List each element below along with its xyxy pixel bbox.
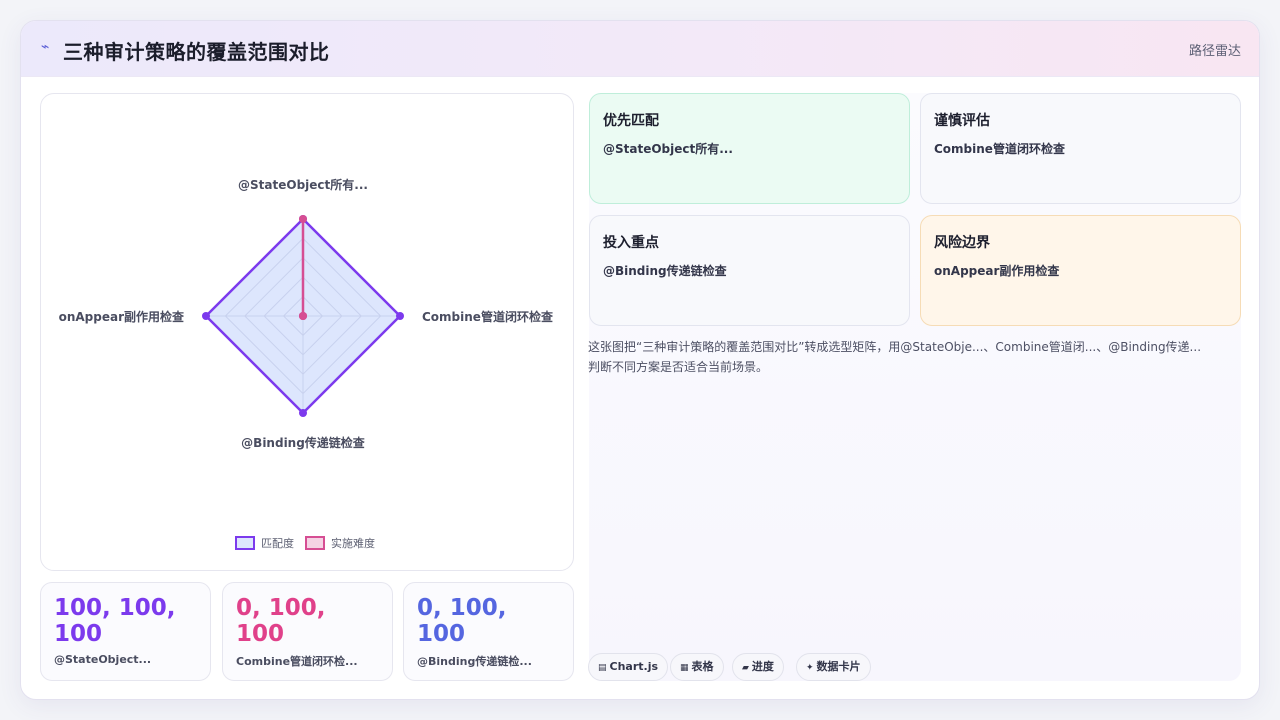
quadrant-item: @StateObject所有... bbox=[603, 142, 733, 156]
chip-label: 数据卡片 bbox=[816, 660, 861, 673]
stat-card-0: 100, 100, 100 @StateObject... bbox=[40, 582, 211, 681]
quadrant-careful-evaluation: 谨慎评估 Combine管道闭环检查 bbox=[920, 93, 1241, 204]
legend-swatch[interactable] bbox=[235, 536, 255, 550]
chip-table[interactable]: ▦ 表格 bbox=[670, 653, 724, 681]
sparkle-icon: ⌁ bbox=[41, 39, 50, 55]
legend-label[interactable]: 实施难度 bbox=[331, 536, 375, 550]
legend-swatch[interactable] bbox=[305, 536, 325, 550]
stat-value: 100, 100, 100 bbox=[54, 595, 176, 647]
table-icon: ▦ bbox=[680, 663, 689, 673]
quadrant-title: 投入重点 bbox=[603, 235, 659, 251]
quadrant-risk-boundary: 风险边界 onAppear副作用检查 bbox=[920, 215, 1241, 326]
quadrant-invest-focus: 投入重点 @Binding传递链检查 bbox=[589, 215, 910, 326]
chart-icon: ▤ bbox=[598, 663, 607, 673]
radar-axis-label: @StateObject所有... bbox=[238, 177, 368, 192]
header-tag: 路径雷达 bbox=[1188, 44, 1241, 59]
stat-value: 0, 100, 100 bbox=[417, 595, 507, 647]
chart-description: 这张图把“三种审计策略的覆盖范围对比”转成选型矩阵，用@StateObje...… bbox=[588, 337, 1240, 377]
quadrant-item: @Binding传递链检查 bbox=[603, 264, 727, 278]
legend-label[interactable]: 匹配度 bbox=[261, 536, 294, 550]
chip-progress[interactable]: ▰ 进度 bbox=[732, 653, 784, 681]
chip-data-card[interactable]: ✦ 数据卡片 bbox=[796, 653, 871, 681]
radar-axis-label: onAppear副作用检查 bbox=[59, 309, 185, 324]
chip-label: Chart.js bbox=[609, 660, 659, 673]
radar-point[interactable] bbox=[396, 312, 404, 320]
quadrant-item: Combine管道闭环检查 bbox=[934, 142, 1065, 156]
radar-point[interactable] bbox=[299, 215, 307, 223]
radar-axis-label: Combine管道闭环检查 bbox=[422, 309, 554, 324]
quadrant-item: onAppear副作用检查 bbox=[934, 264, 1060, 278]
stat-card-1: 0, 100, 100 Combine管道闭环检... bbox=[222, 582, 393, 681]
progress-icon: ▰ bbox=[742, 663, 749, 673]
radar-axis-label: @Binding传递链检查 bbox=[241, 435, 366, 450]
radar-chart-panel: @StateObject所有... Combine管道闭环检查 @Binding传递… bbox=[40, 93, 574, 571]
card-icon: ✦ bbox=[806, 663, 814, 673]
quadrant-priority-match: 优先匹配 @StateObject所有... bbox=[589, 93, 910, 204]
stat-card-2: 0, 100, 100 @Binding传递链检... bbox=[403, 582, 574, 681]
radar-chart: @StateObject所有... Combine管道闭环检查 @Binding传递… bbox=[59, 177, 554, 550]
stat-label: Combine管道闭环检... bbox=[236, 655, 358, 668]
card-header: ⌁ 三种审计策略的覆盖范围对比 路径雷达 bbox=[21, 21, 1259, 77]
quadrant-title: 优先匹配 bbox=[603, 113, 659, 129]
stat-label: @Binding传递链检... bbox=[417, 655, 532, 668]
radar-point[interactable] bbox=[299, 312, 307, 320]
description-line-2: 判断不同方案是否适合当前场景。 bbox=[588, 360, 769, 374]
chip-chartjs[interactable]: ▤ Chart.js bbox=[588, 653, 669, 681]
page-title: 三种审计策略的覆盖范围对比 bbox=[63, 40, 330, 64]
radar-series bbox=[202, 215, 404, 417]
stat-label: @StateObject... bbox=[54, 653, 152, 666]
description-line-1: 这张图把“三种审计策略的覆盖范围对比”转成选型矩阵，用@StateObje...… bbox=[588, 340, 1202, 354]
quadrant-title: 风险边界 bbox=[934, 235, 990, 251]
radar-point[interactable] bbox=[202, 312, 210, 320]
chart-legend[interactable]: 匹配度 实施难度 bbox=[235, 536, 375, 550]
chip-label: 进度 bbox=[751, 660, 774, 673]
quadrant-title: 谨慎评估 bbox=[934, 113, 990, 129]
chip-label: 表格 bbox=[691, 660, 714, 673]
stat-value: 0, 100, 100 bbox=[236, 595, 326, 647]
radar-point[interactable] bbox=[299, 409, 307, 417]
